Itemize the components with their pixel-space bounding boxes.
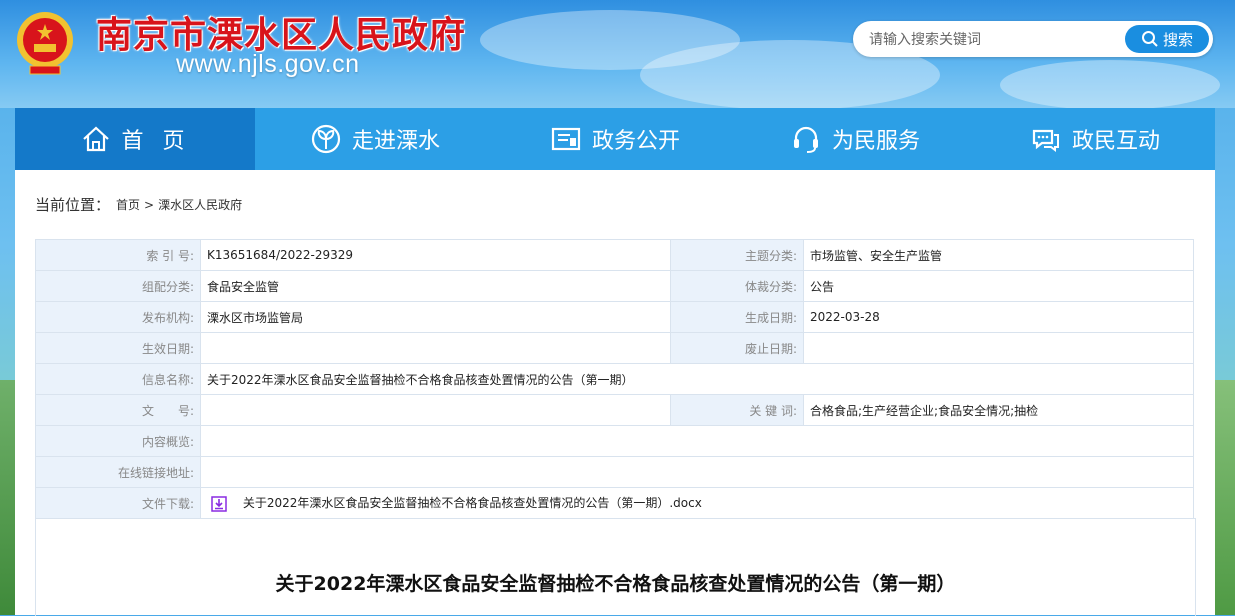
national-emblem-icon xyxy=(17,12,73,75)
meta-label: 内容概览: xyxy=(35,425,201,457)
main-nav: 首 页 走进溧水 政务公开 为民服务 政民互动 xyxy=(15,108,1215,170)
article-body: 关于2022年溧水区食品安全监督抽检不合格食品核查处置情况的公告（第一期） xyxy=(35,518,1196,616)
meta-label: 文件下载: xyxy=(35,487,201,519)
nav-about[interactable]: 走进溧水 xyxy=(255,108,495,170)
table-row: 文 号: 关 键 词: 合格食品;生产经营企业;食品安全情况;抽检 xyxy=(35,394,1194,426)
table-row: 文件下载: 关于2022年溧水区食品安全监督抽检不合格食品核查处置情况的公告（第… xyxy=(35,487,1194,519)
nav-interaction[interactable]: 政民互动 xyxy=(975,108,1215,170)
search-input[interactable] xyxy=(867,25,1121,55)
meta-label: 主题分类: xyxy=(670,239,804,271)
nav-services[interactable]: 为民服务 xyxy=(735,108,975,170)
home-icon xyxy=(82,126,109,152)
meta-label: 组配分类: xyxy=(35,270,201,302)
chat-icon xyxy=(1032,129,1059,152)
nav-gov-affairs[interactable]: 政务公开 xyxy=(495,108,735,170)
site-header: 南京市溧水区人民政府 www.njls.gov.cn 搜索 xyxy=(0,0,1235,110)
search-button[interactable]: 搜索 xyxy=(1125,25,1209,53)
table-row: 发布机构: 溧水区市场监管局 生成日期: 2022-03-28 xyxy=(35,301,1194,333)
breadcrumb: 当前位置： 首页 > 溧水区人民政府 xyxy=(35,194,242,215)
meta-label: 信息名称: xyxy=(35,363,201,395)
nav-home[interactable]: 首 页 xyxy=(15,108,255,170)
content-panel: 当前位置： 首页 > 溧水区人民政府 索 引 号: K13651684/2022… xyxy=(15,170,1215,616)
breadcrumb-label: 当前位置： xyxy=(35,196,111,214)
meta-value: 食品安全监管 xyxy=(200,270,671,302)
meta-label: 关 键 词: xyxy=(670,394,804,426)
document-icon xyxy=(551,127,581,151)
meta-label: 在线链接地址: xyxy=(35,456,201,488)
table-row: 生效日期: 废止日期: xyxy=(35,332,1194,364)
download-file-link[interactable]: 关于2022年溧水区食品安全监督抽检不合格食品核查处置情况的公告（第一期）.do… xyxy=(243,496,702,510)
download-icon[interactable] xyxy=(211,496,227,512)
nav-about-label: 走进溧水 xyxy=(351,129,440,154)
breadcrumb-link-home[interactable]: 首页 xyxy=(116,196,140,213)
nav-home-label: 首 页 xyxy=(121,129,191,154)
scenery-decoration xyxy=(0,380,15,615)
meta-value xyxy=(200,332,671,364)
meta-label: 发布机构: xyxy=(35,301,201,333)
meta-label: 废止日期: xyxy=(670,332,804,364)
breadcrumb-link-district[interactable]: 溧水区人民政府 xyxy=(158,196,242,213)
cloud-decoration xyxy=(1000,60,1220,110)
site-url: www.njls.gov.cn xyxy=(176,50,360,78)
meta-value: 公告 xyxy=(803,270,1194,302)
meta-label: 生效日期: xyxy=(35,332,201,364)
search-box: 搜索 xyxy=(853,21,1213,57)
headset-icon xyxy=(793,126,818,153)
meta-label: 文 号: xyxy=(35,394,201,426)
search-icon xyxy=(1141,31,1158,47)
scenery-decoration xyxy=(1215,380,1235,615)
meta-value: 合格食品;生产经营企业;食品安全情况;抽检 xyxy=(803,394,1194,426)
info-meta-table: 索 引 号: K13651684/2022-29329 主题分类: 市场监管、安… xyxy=(35,239,1194,519)
meta-label: 生成日期: xyxy=(670,301,804,333)
breadcrumb-separator: > xyxy=(144,197,155,212)
meta-value: 溧水区市场监管局 xyxy=(200,301,671,333)
leaf-icon xyxy=(311,124,341,154)
article-title: 关于2022年溧水区食品安全监督抽检不合格食品核查处置情况的公告（第一期） xyxy=(275,573,956,595)
meta-label: 索 引 号: xyxy=(35,239,201,271)
table-row: 在线链接地址: xyxy=(35,456,1194,488)
table-row: 信息名称: 关于2022年溧水区食品安全监督抽检不合格食品核查处置情况的公告（第… xyxy=(35,363,1194,395)
meta-value: K13651684/2022-29329 xyxy=(200,239,671,271)
nav-gov-affairs-label: 政务公开 xyxy=(591,129,680,154)
table-row: 内容概览: xyxy=(35,425,1194,457)
search-button-label: 搜索 xyxy=(1162,30,1193,49)
table-row: 索 引 号: K13651684/2022-29329 主题分类: 市场监管、安… xyxy=(35,239,1194,271)
meta-value xyxy=(200,456,1194,488)
nav-services-label: 为民服务 xyxy=(831,129,920,154)
download-cell: 关于2022年溧水区食品安全监督抽检不合格食品核查处置情况的公告（第一期）.do… xyxy=(200,487,1194,519)
meta-value: 关于2022年溧水区食品安全监督抽检不合格食品核查处置情况的公告（第一期） xyxy=(200,363,1194,395)
meta-value xyxy=(200,394,671,426)
nav-interaction-label: 政民互动 xyxy=(1071,129,1160,154)
meta-label: 体裁分类: xyxy=(670,270,804,302)
meta-value: 2022-03-28 xyxy=(803,301,1194,333)
meta-value xyxy=(200,425,1194,457)
table-row: 组配分类: 食品安全监管 体裁分类: 公告 xyxy=(35,270,1194,302)
meta-value: 市场监管、安全生产监管 xyxy=(803,239,1194,271)
meta-value xyxy=(803,332,1194,364)
